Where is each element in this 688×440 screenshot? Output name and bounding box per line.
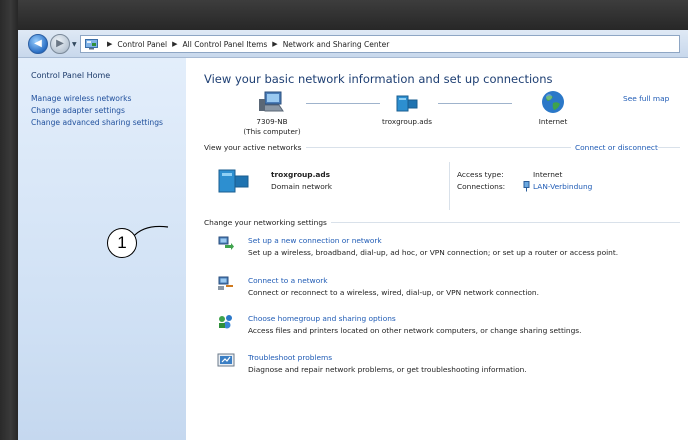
task-title[interactable]: Choose homegroup and sharing options [248, 314, 396, 323]
networking-settings-title: Change your networking settings [204, 218, 331, 227]
control-panel-icon [85, 38, 98, 49]
connect-network-icon [218, 276, 233, 290]
window-title-bar [0, 0, 688, 30]
breadcrumb-separator-icon: ▶ [107, 40, 113, 48]
troubleshoot-icon [217, 353, 235, 367]
access-type-value: Internet [533, 170, 563, 179]
divider [449, 162, 450, 210]
recent-pages-dropdown-icon[interactable]: ▼ [72, 41, 77, 48]
see-full-map-link[interactable]: See full map [623, 94, 669, 103]
back-button[interactable]: ◀ [28, 34, 48, 54]
task-title[interactable]: Troubleshoot problems [248, 353, 332, 362]
forward-button[interactable]: ▶ [50, 34, 70, 54]
sidebar-manage-wireless[interactable]: Manage wireless networks [31, 94, 176, 104]
task-description: Connect or reconnect to a wireless, wire… [248, 288, 539, 297]
address-bar: ◀ ▶ ▼ ▶ Control Panel ▶ All Control Pane… [18, 30, 688, 58]
sidebar-change-adapter[interactable]: Change adapter settings [31, 106, 176, 116]
connect-disconnect-link[interactable]: Connect or disconnect [571, 143, 658, 152]
breadcrumb[interactable]: ▶ Control Panel ▶ All Control Panel Item… [80, 35, 680, 53]
lan-verbindung-link[interactable]: LAN-Verbindung [533, 182, 592, 191]
sidebar-change-sharing[interactable]: Change advanced sharing settings [31, 118, 176, 128]
main-content: View your basic network information and … [186, 58, 688, 440]
breadcrumb-separator-icon: ▶ [272, 40, 278, 48]
breadcrumb-separator-icon: ▶ [172, 40, 178, 48]
breadcrumb-network-sharing-center[interactable]: Network and Sharing Center [283, 40, 390, 49]
breadcrumb-all-items[interactable]: All Control Panel Items [183, 40, 268, 49]
breadcrumb-control-panel[interactable]: Control Panel [117, 40, 167, 49]
window-left-border [0, 0, 18, 440]
active-network-type[interactable]: Domain network [271, 182, 332, 191]
lan-connection-icon [523, 181, 530, 192]
computer-sub-label: (This computer) [243, 127, 301, 136]
connection-line [438, 103, 512, 104]
callout-number: 1 [117, 233, 127, 252]
network-map-domain-name: troxgroup.ads [382, 117, 432, 126]
task-description: Access files and printers located on oth… [248, 326, 582, 335]
callout-marker: 1 [107, 228, 137, 258]
access-type-label: Access type: [457, 170, 504, 179]
task-description: Set up a wireless, broadband, dial-up, a… [248, 248, 619, 257]
task-title[interactable]: Connect to a network [248, 276, 328, 285]
page-title: View your basic network information and … [204, 72, 553, 86]
task-description: Diagnose and repair network problems, or… [248, 365, 527, 374]
task-title[interactable]: Set up a new connection or network [248, 236, 382, 245]
sidebar: Control Panel Home Manage wireless netwo… [18, 58, 186, 440]
connections-label: Connections: [457, 182, 506, 191]
computer-name: 7309-NB [256, 117, 288, 126]
computer-icon[interactable] [259, 91, 285, 113]
network-map-internet: Internet [538, 117, 568, 126]
internet-globe-icon[interactable] [541, 90, 565, 114]
sidebar-control-panel-home[interactable]: Control Panel Home [31, 71, 186, 80]
active-networks-title: View your active networks [204, 143, 306, 152]
active-network-name: troxgroup.ads [271, 170, 331, 179]
forward-arrow-icon: ▶ [56, 38, 64, 49]
back-arrow-icon: ◀ [34, 38, 42, 49]
connection-line [306, 103, 380, 104]
domain-network-icon [218, 169, 249, 193]
domain-network-icon[interactable] [396, 93, 418, 113]
homegroup-icon [219, 315, 232, 329]
new-connection-icon [218, 236, 234, 250]
